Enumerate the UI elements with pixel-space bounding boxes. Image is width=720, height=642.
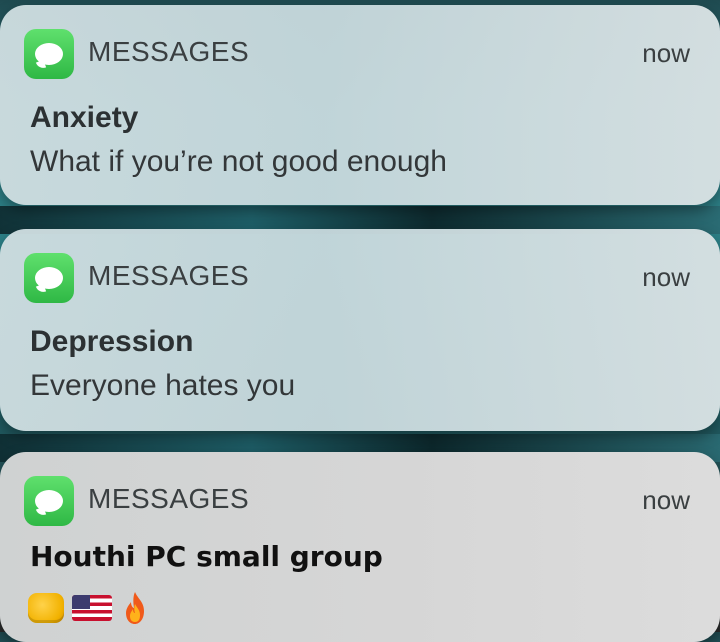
chat-bubble-icon xyxy=(35,490,63,512)
notification-message: What if you’re not good enough xyxy=(30,145,447,178)
notification-time: now xyxy=(642,485,690,515)
chat-bubble-icon xyxy=(35,43,63,65)
notification-emoji-row xyxy=(28,590,150,626)
notification-header: MESSAGES now xyxy=(18,474,696,526)
app-name: MESSAGES xyxy=(88,483,250,514)
notification-card[interactable]: MESSAGES now Houthi PC small group xyxy=(0,452,720,642)
fist-emoji-icon xyxy=(28,593,64,623)
notification-message: Everyone hates you xyxy=(30,369,296,402)
fire-emoji-icon xyxy=(120,590,150,626)
messages-app-icon xyxy=(24,253,74,303)
messages-app-icon xyxy=(24,476,74,526)
notification-time: now xyxy=(642,262,690,292)
notification-card[interactable]: MESSAGES now Anxiety What if you’re not … xyxy=(0,5,720,205)
chat-bubble-icon xyxy=(35,267,63,289)
us-flag-emoji-icon xyxy=(72,595,112,621)
app-name: MESSAGES xyxy=(88,260,250,291)
notification-title: Anxiety xyxy=(30,101,139,134)
notification-header: MESSAGES now xyxy=(18,27,696,79)
messages-app-icon xyxy=(24,29,74,79)
notification-header: MESSAGES now xyxy=(18,251,696,303)
notification-title: Depression xyxy=(30,325,194,358)
notification-title: Houthi PC small group xyxy=(30,540,383,573)
app-name: MESSAGES xyxy=(88,36,250,67)
notification-card[interactable]: MESSAGES now Depression Everyone hates y… xyxy=(0,229,720,431)
notification-time: now xyxy=(642,38,690,68)
